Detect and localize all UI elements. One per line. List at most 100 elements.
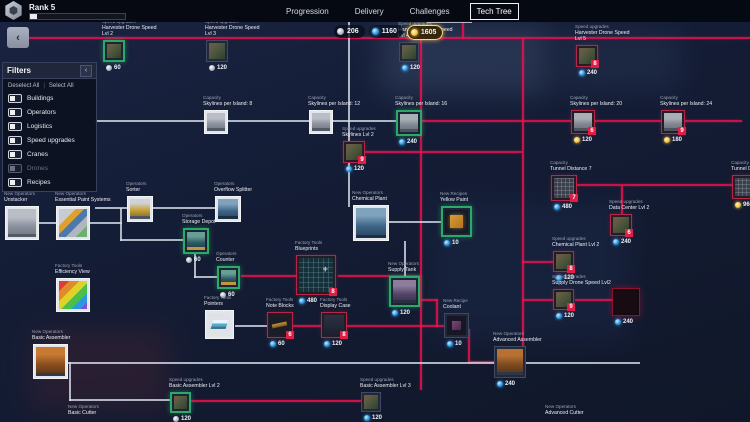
arrows-icon <box>59 281 87 309</box>
tech-node-tunnel-distance-far[interactable] <box>732 175 750 199</box>
tech-node-basic-assembler-lvl-3[interactable] <box>361 392 381 412</box>
blue-currency-icon <box>324 341 330 347</box>
tech-node-display-case[interactable]: 8 <box>321 312 347 338</box>
tab-progression[interactable]: Progression <box>280 4 335 19</box>
tree-connector-line <box>69 399 171 401</box>
tab-tech-tree[interactable]: Tech Tree <box>470 3 519 20</box>
tech-node-supply-tank[interactable] <box>389 276 420 307</box>
filter-toggle[interactable] <box>8 108 22 117</box>
node-title: Skylines per Island: 12 <box>308 101 360 107</box>
tree-connector-line <box>194 276 218 278</box>
tech-node-supply-drone-speed-lvl-2[interactable]: 9 <box>553 289 574 310</box>
filter-toggle[interactable] <box>8 136 22 145</box>
deselect-all-button[interactable]: Deselect All <box>8 83 39 89</box>
tech-node-skylines-per-island-24[interactable]: 9 <box>661 110 685 134</box>
tech-node-chemical-plant-lvl-2[interactable]: 8 <box>553 251 574 272</box>
cost-value: 10 <box>455 341 462 347</box>
filter-row-speed-upgrades: Speed upgrades <box>3 133 96 147</box>
node-title: Basic Assembler <box>32 335 70 341</box>
tech-node-harvester-drone-speed-2[interactable] <box>103 40 125 62</box>
node-title: Skylines per Island: 8 <box>203 101 252 107</box>
node-label-sorter: OperatorsSorter <box>126 181 146 193</box>
tech-node-skylines-per-island-8[interactable] <box>204 110 228 134</box>
pointer-icon <box>208 313 231 336</box>
filter-toggle[interactable] <box>8 150 22 159</box>
tech-node-basic-assembler[interactable] <box>33 344 68 379</box>
tech-node-overflow-splitter[interactable] <box>215 196 241 222</box>
tech-node-coolant[interactable] <box>444 313 469 338</box>
back-chevron-icon: ‹ <box>16 32 20 44</box>
node-title: Harvester Drone Speed <box>205 25 260 31</box>
filter-toggle[interactable] <box>8 94 22 103</box>
tree-connector-line <box>153 207 217 209</box>
drone-icon <box>402 45 416 59</box>
filter-row-logistics: Logistics <box>3 119 96 133</box>
tree-connector-line <box>241 275 298 277</box>
tech-node-note-blocks[interactable]: 6 <box>267 312 293 338</box>
tree-connector-line <box>68 362 640 364</box>
node-label-skylines-per-island-24: CapacitySkylines per Island: 24 <box>660 95 712 107</box>
node-title: Advanced Cutter <box>545 410 584 416</box>
filter-label: Speed upgrades <box>27 137 75 144</box>
tech-node-essential-paint-systems[interactable] <box>56 206 90 240</box>
tech-node-chemical-plant[interactable] <box>353 205 389 241</box>
rank-lock-badge: 9 <box>358 156 366 164</box>
tree-connector-line <box>462 22 464 39</box>
node-label-advanced-assembler: New OperatorsAdvanced Assembler <box>493 331 542 343</box>
node-label-basic-assembler-lvl-2: Speed upgradesBasic Assembler Lvl 2 <box>169 377 220 389</box>
tech-node-pointers[interactable] <box>205 310 234 339</box>
tech-node-harvester-drone-speed-5[interactable]: 8 <box>576 45 598 67</box>
tech-node-harvester-drone-speed-4[interactable] <box>399 42 419 62</box>
tab-delivery[interactable]: Delivery <box>349 4 390 19</box>
node-label-basic-cutter: New OperatorsBasic Cutter <box>68 404 99 416</box>
blue-currency-icon <box>447 341 453 347</box>
tree-connector-line <box>389 221 442 223</box>
machine-teal-icon <box>187 232 205 250</box>
tech-node-harvester-drone-speed-3[interactable] <box>206 40 228 62</box>
tech-node-yellow-paint[interactable] <box>441 206 472 237</box>
node-cost-basic-assembler-lvl-2: 120 <box>173 416 191 422</box>
cost-value: 240 <box>407 139 417 145</box>
tech-node-blueprints[interactable]: 8 <box>296 255 336 295</box>
tech-node-skylines-per-island-20[interactable]: 6 <box>571 110 595 134</box>
filter-row-operators: Operators <box>3 105 96 119</box>
node-label-skylines-lvl-2: Speed upgradesSkylines Lvl 2 <box>342 126 376 138</box>
node-label-skylines-per-island-16: CapacitySkylines per Island: 16 <box>395 95 447 107</box>
select-all-button[interactable]: Select All <box>49 83 74 89</box>
tech-node-counter[interactable] <box>217 266 240 289</box>
node-label-blueprints: Factory ToolsBlueprints <box>295 240 322 252</box>
top-bar: Rank 5 ProgressionDeliveryChallengesTech… <box>0 0 750 22</box>
machine-grey-icon <box>312 113 330 131</box>
tech-node-advanced-assembler[interactable] <box>494 346 526 378</box>
filter-toggle[interactable] <box>8 122 22 131</box>
tech-node-basic-assembler-lvl-2[interactable] <box>170 392 191 413</box>
tech-tree-screen: Speed upgradesHarvester Drone SpeedLvl 2… <box>0 0 750 422</box>
back-button[interactable]: ‹ <box>7 27 29 48</box>
tech-node-skylines-per-island-12[interactable] <box>309 110 333 134</box>
tech-node-hidden-node[interactable] <box>612 288 640 316</box>
tech-node-sorter[interactable] <box>127 196 153 222</box>
cost-value: 120 <box>181 416 191 422</box>
node-title: Harvester Drone Speed <box>102 25 157 31</box>
node-title: Chemical Plant Lvl 2 <box>552 242 599 248</box>
currency-value: 206 <box>347 28 359 35</box>
drone-icon <box>364 395 378 409</box>
tab-challenges[interactable]: Challenges <box>404 4 456 19</box>
filter-row-buildings: Buildings <box>3 91 96 105</box>
tech-node-efficiency-view[interactable] <box>56 278 90 312</box>
tech-node-tunnel-distance-7[interactable]: 7 <box>551 175 577 201</box>
tech-node-skylines-lvl-2[interactable]: 9 <box>343 141 365 163</box>
node-category: Speed upgrades <box>342 126 376 132</box>
node-category: Factory Tools <box>295 240 322 246</box>
filter-toggle[interactable] <box>8 178 22 187</box>
blue-currency-icon <box>556 275 562 281</box>
rank-lock-badge: 8 <box>567 265 575 273</box>
filters-title: Filters <box>7 66 31 75</box>
cost-value: 120 <box>354 166 364 172</box>
tech-node-storage-depot[interactable] <box>183 228 209 254</box>
tech-node-skylines-per-island-16[interactable] <box>396 110 422 136</box>
filters-collapse-button[interactable]: ‹ <box>80 65 92 77</box>
blue-currency-icon <box>392 310 398 316</box>
tech-node-data-center-lvl-2[interactable]: 6 <box>610 214 632 236</box>
tech-node-unstacker[interactable] <box>5 206 39 240</box>
